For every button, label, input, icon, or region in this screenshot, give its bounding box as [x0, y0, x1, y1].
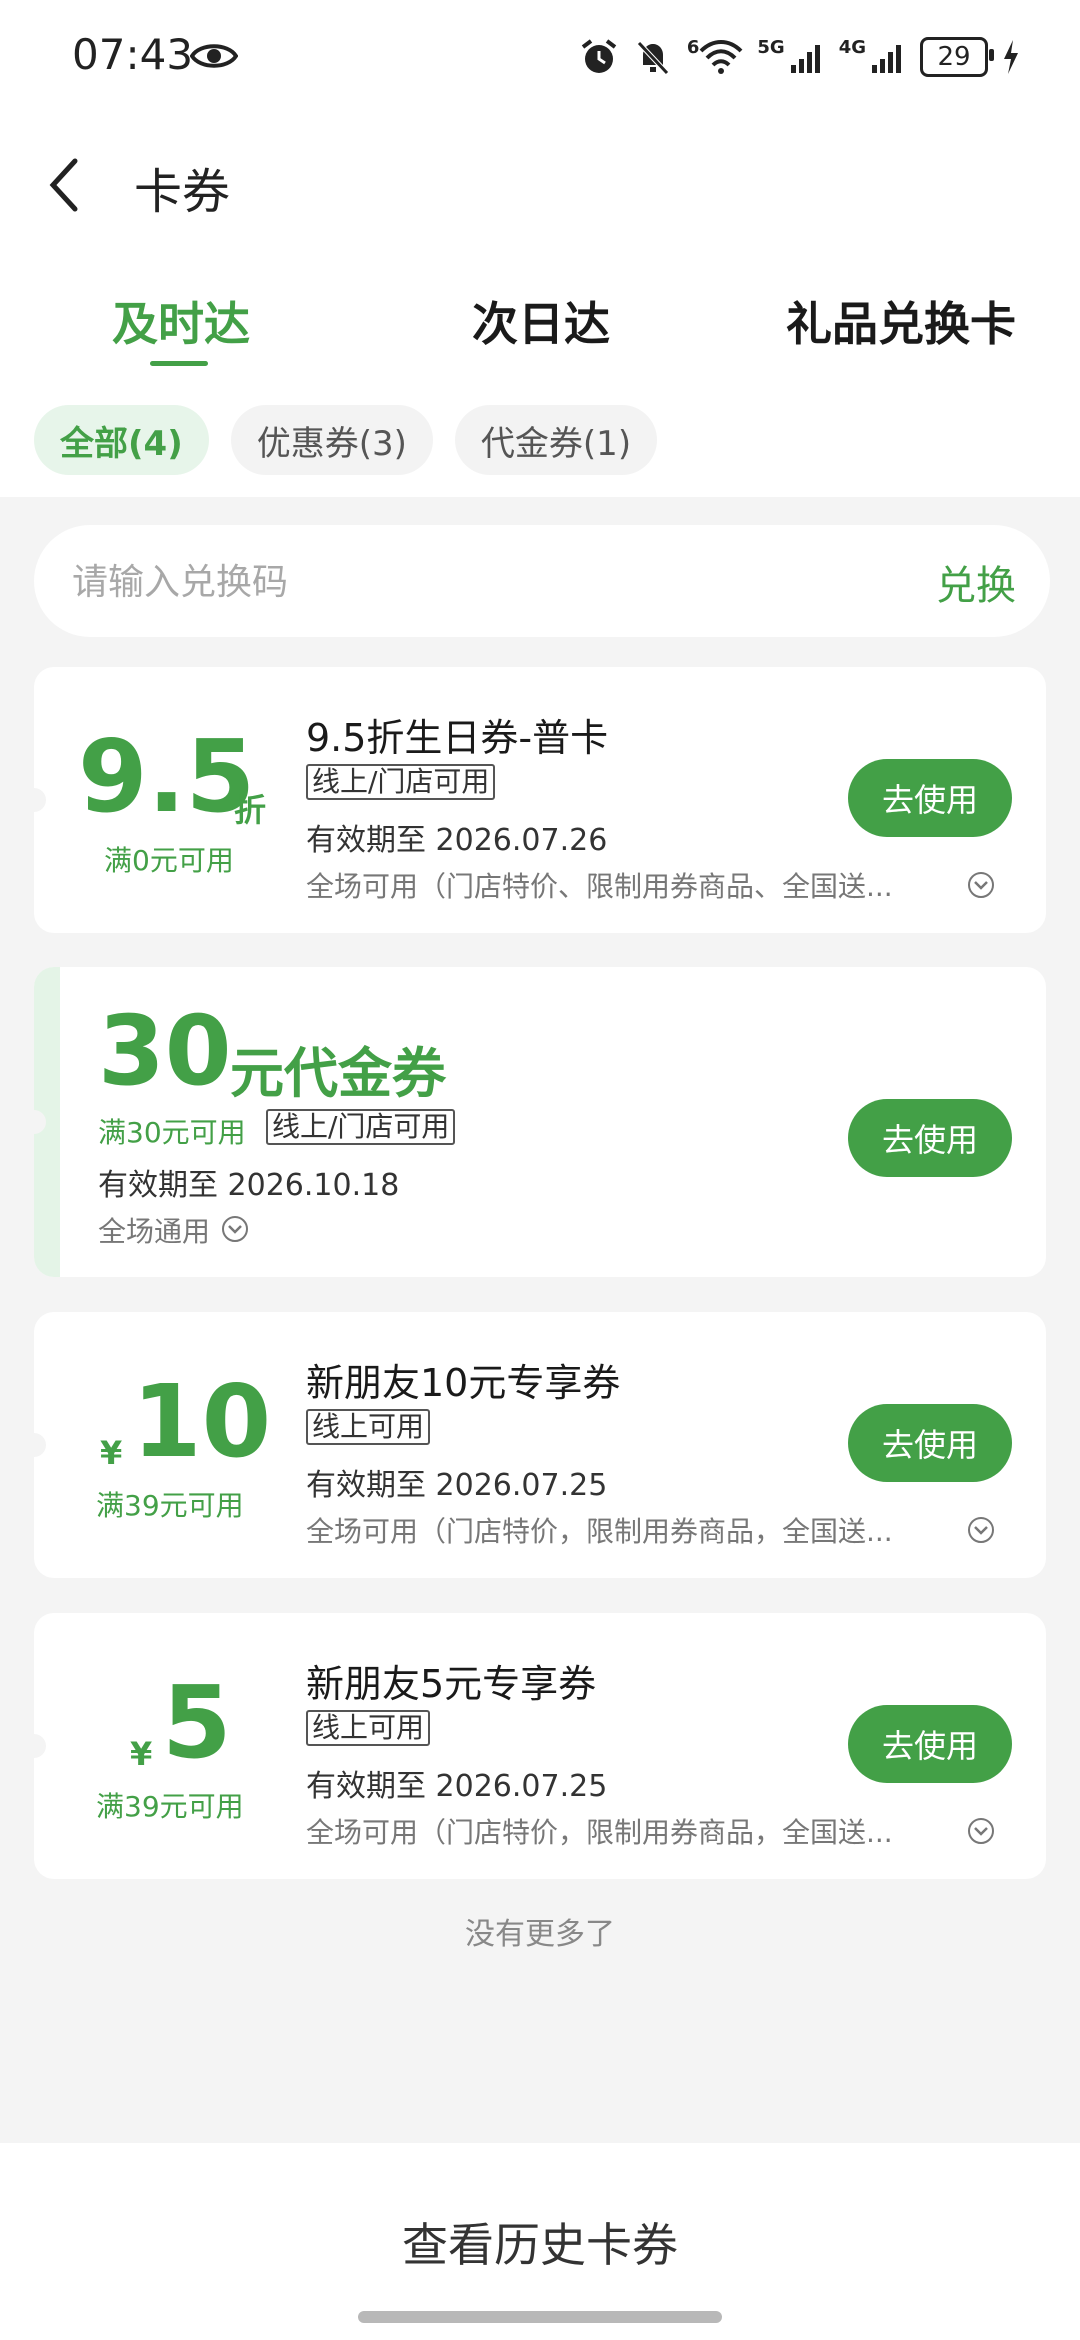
use-coupon-button[interactable]: 去使用: [848, 759, 1012, 837]
card-notch: [34, 1433, 46, 1457]
use-coupon-button[interactable]: 去使用: [848, 1099, 1012, 1177]
tab-express[interactable]: 及时达: [112, 288, 250, 354]
chip-discount[interactable]: 优惠券(3): [230, 405, 433, 475]
view-history-button[interactable]: 查看历史卡券: [0, 2209, 1080, 2275]
coupon-valid-date: 有效期至 2026.07.25: [306, 1769, 608, 1804]
chevron-down-icon[interactable]: [220, 1214, 250, 1244]
coupon-card[interactable]: 9.5 折 满0元可用 9.5折生日券-普卡 线上/门店可用 有效期至 2026…: [34, 667, 1046, 933]
redeem-button[interactable]: 兑换: [936, 553, 1016, 611]
signal-label-4g: 4G: [838, 37, 866, 58]
coupon-card[interactable]: ¥ 10 满39元可用 新朋友10元专享券 线上可用 有效期至 2026.07.…: [34, 1312, 1046, 1578]
home-indicator[interactable]: [358, 2311, 722, 2323]
status-icons: 6 5G 4G 29: [579, 32, 1020, 82]
coupon-currency: ¥: [130, 1735, 153, 1773]
coupon-valid-date: 有效期至 2026.07.26: [306, 823, 608, 858]
coupon-condition: 满0元可用: [104, 844, 234, 877]
coupon-tag: 线上可用: [306, 1710, 431, 1746]
status-time: 07:43: [72, 30, 194, 79]
tab-bar: 及时达 次日达 礼品兑换卡: [0, 268, 1080, 378]
chip-voucher[interactable]: 代金券(1): [454, 405, 658, 475]
page-title: 卡券: [134, 164, 231, 220]
mute-bell-icon: [637, 41, 669, 75]
chevron-down-icon[interactable]: [966, 1515, 996, 1545]
card-notch: [34, 788, 46, 812]
coupon-condition: 满39元可用: [96, 1489, 244, 1522]
filter-chips: 全部(4) 优惠券(3) 代金券(1): [34, 405, 658, 475]
coupon-description: 全场可用（门店特价、限制用券商品、全国送...: [306, 870, 893, 903]
tab-active-indicator: [150, 361, 208, 366]
coupon-condition: 满39元可用: [96, 1790, 244, 1823]
header: 卡券: [0, 120, 1080, 250]
coupon-title: 新朋友5元专享券: [306, 1662, 597, 1706]
coupon-card[interactable]: ¥ 5 满39元可用 新朋友5元专享券 线上可用 有效期至 2026.07.25…: [34, 1613, 1046, 1879]
coupon-amount: 5: [162, 1664, 232, 1781]
coupon-tag: 线上/门店可用: [306, 764, 496, 800]
signal-4g-icon: [872, 45, 901, 73]
wifi-icon: [699, 40, 743, 74]
chip-all[interactable]: 全部(4): [34, 405, 209, 475]
status-bar: 07:43 6 5G 4G 29: [0, 0, 1080, 120]
alarm-icon: [581, 39, 617, 73]
coupon-condition: 满30元可用: [98, 1116, 246, 1149]
eye-icon: [190, 44, 238, 68]
back-arrow-icon[interactable]: [45, 155, 85, 215]
battery-level: 29: [937, 42, 971, 72]
coupon-title: 9.5折生日券-普卡: [306, 716, 609, 760]
signal-label-5g: 5G: [757, 37, 785, 58]
card-notch: [34, 1734, 46, 1758]
coupon-card[interactable]: 30 元代金券 满30元可用 线上/门店可用 有效期至 2026.10.18 全…: [34, 967, 1046, 1277]
coupon-amount: 9.5: [78, 718, 256, 835]
coupon-tag: 线上/门店可用: [266, 1109, 456, 1145]
chevron-down-icon[interactable]: [966, 1816, 996, 1846]
tab-next-day[interactable]: 次日达: [472, 288, 610, 354]
use-coupon-button[interactable]: 去使用: [848, 1404, 1012, 1482]
coupon-unit: 元代金券: [230, 1042, 446, 1105]
coupon-valid-date: 有效期至 2026.10.18: [98, 1168, 400, 1203]
no-more-text: 没有更多了: [465, 1917, 615, 1952]
bottom-bar: 查看历史卡券: [0, 2143, 1080, 2340]
coupon-valid-date: 有效期至 2026.07.25: [306, 1468, 608, 1503]
chevron-down-icon[interactable]: [966, 870, 996, 900]
battery-icon: 29: [920, 37, 994, 77]
redeem-bar: 兑换: [34, 525, 1050, 637]
redeem-code-input[interactable]: [70, 551, 874, 613]
charging-icon: [1004, 40, 1018, 74]
tab-gift-card[interactable]: 礼品兑换卡: [786, 288, 1016, 354]
signal-5g-icon: [790, 45, 820, 73]
use-coupon-button[interactable]: 去使用: [848, 1705, 1012, 1783]
coupon-amount: 30: [98, 995, 232, 1107]
coupon-unit: 折: [234, 791, 267, 829]
coupon-currency: ¥: [100, 1434, 123, 1472]
coupon-amount: 10: [132, 1363, 272, 1480]
coupon-description: 全场可用（门店特价，限制用券商品，全国送...: [306, 1515, 893, 1548]
coupon-list-area: 兑换 9.5 折 满0元可用 9.5折生日券-普卡 线上/门店可用 有效期至 2…: [0, 497, 1080, 2143]
coupon-title: 新朋友10元专享券: [306, 1361, 621, 1405]
coupon-description: 全场通用: [98, 1215, 211, 1248]
coupon-tag: 线上可用: [306, 1409, 431, 1445]
wifi-label: 6: [686, 37, 700, 58]
coupon-description: 全场可用（门店特价，限制用券商品，全国送...: [306, 1816, 893, 1849]
